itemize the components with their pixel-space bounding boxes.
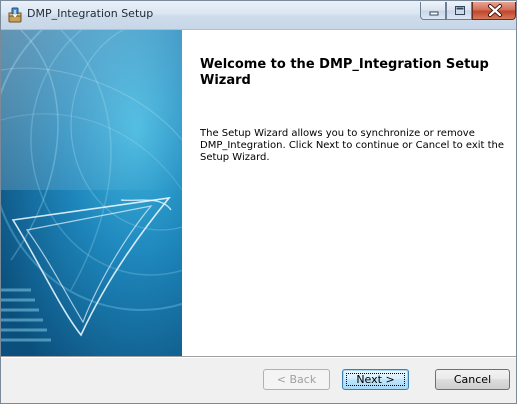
- close-icon: [488, 4, 502, 17]
- next-button[interactable]: Next >: [342, 369, 409, 390]
- installer-package-icon: [8, 7, 22, 23]
- page-title: Welcome to the DMP_Integration Setup Wiz…: [200, 57, 489, 88]
- wizard-banner-graphic: [1, 30, 182, 356]
- cancel-button-label: Cancel: [453, 373, 492, 386]
- focus-rectangle: [346, 373, 405, 386]
- back-button[interactable]: < Back: [263, 369, 330, 390]
- maximize-icon: [455, 6, 465, 15]
- title-bar[interactable]: DMP_Integration Setup: [1, 1, 516, 30]
- minimize-button[interactable]: [420, 2, 446, 20]
- caption-buttons: [420, 2, 516, 22]
- welcome-description: The Setup Wizard allows you to synchroni…: [200, 128, 505, 163]
- setup-wizard-window: DMP_Integration Setup Welcome to the DMP…: [0, 0, 517, 404]
- back-button-label: < Back: [276, 373, 317, 386]
- maximize-button[interactable]: [446, 2, 472, 20]
- minimize-icon: [429, 11, 439, 16]
- cancel-button[interactable]: Cancel: [435, 369, 510, 390]
- wizard-content-panel: Welcome to the DMP_Integration Setup Wiz…: [182, 30, 516, 356]
- window-title: DMP_Integration Setup: [27, 7, 154, 20]
- close-button[interactable]: [472, 2, 516, 20]
- button-bar: < Back Next > Cancel: [1, 358, 516, 403]
